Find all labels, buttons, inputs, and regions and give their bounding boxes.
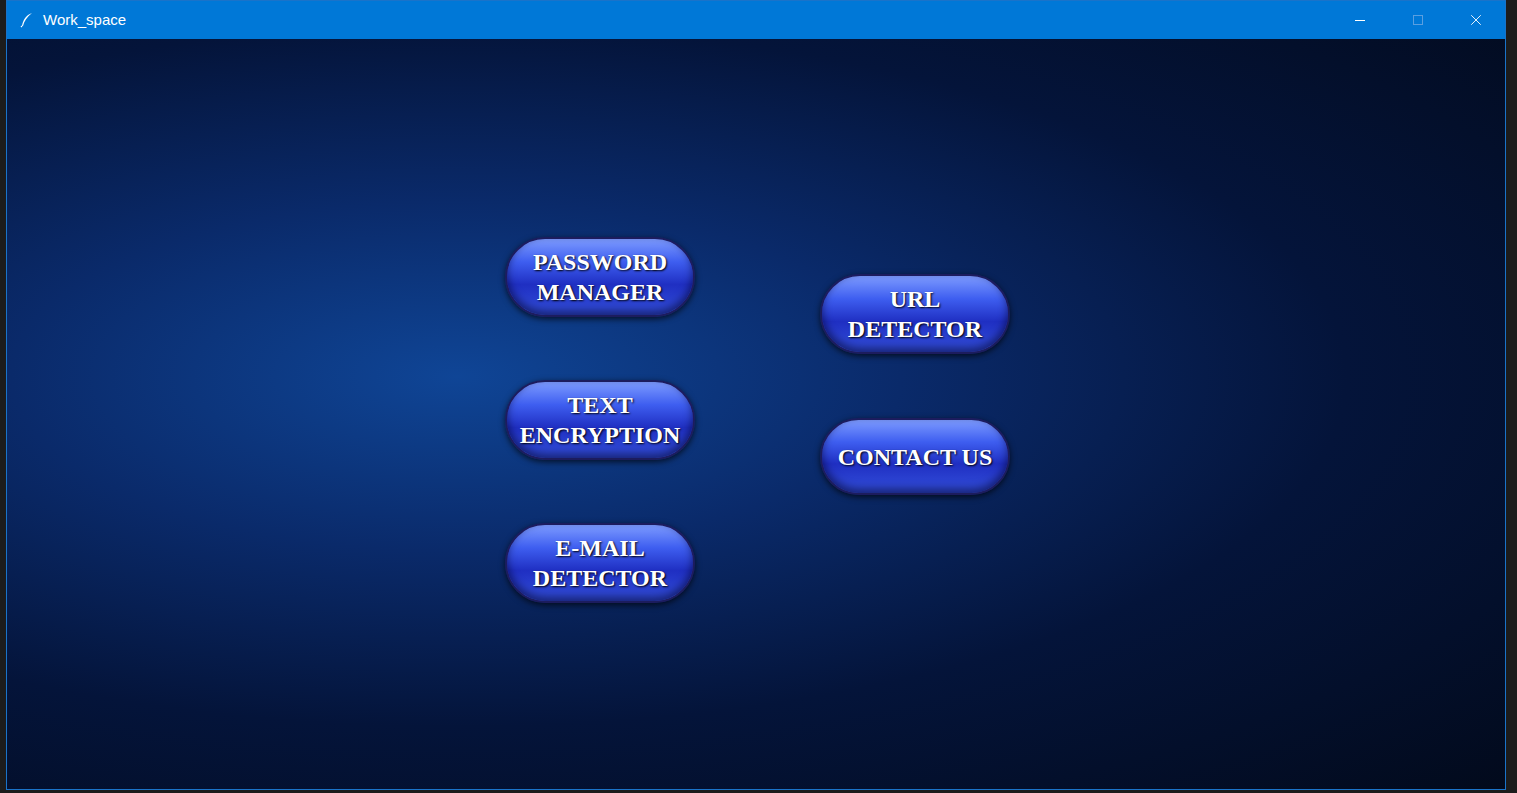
button-label: URL xyxy=(890,284,941,314)
button-label: MANAGER xyxy=(537,277,664,307)
close-icon xyxy=(1467,11,1485,29)
title-bar[interactable]: Work_space xyxy=(7,1,1505,39)
button-label: E-MAIL xyxy=(555,533,644,563)
menu-button[interactable]: CONTACT US xyxy=(820,418,1010,495)
button-label: TEXT xyxy=(567,390,632,420)
button-label: DETECTOR xyxy=(533,563,667,593)
button-label: CONTACT US xyxy=(838,442,992,472)
window-title: Work_space xyxy=(43,9,126,32)
menu-button[interactable]: E-MAILDETECTOR xyxy=(505,523,695,603)
button-column: URLDETECTOR CONTACT US xyxy=(820,274,1010,789)
button-label: ENCRYPTION xyxy=(520,420,681,450)
background-image: PASSWORDMANAGERTEXTENCRYPTIONE-MAILDETEC… xyxy=(7,39,1505,789)
feather-icon xyxy=(19,12,35,28)
button-label: DETECTOR xyxy=(848,314,982,344)
button-column: PASSWORDMANAGER TEXTENCRYPTION E-MAILDETEC… xyxy=(505,237,695,789)
close-button[interactable] xyxy=(1447,1,1505,39)
minimize-button[interactable] xyxy=(1331,1,1389,39)
menu-button[interactable]: PASSWORDMANAGER xyxy=(505,237,695,317)
minimize-icon xyxy=(1355,20,1365,21)
menu-button[interactable]: URLDETECTOR xyxy=(820,274,1010,354)
button-label: PASSWORD xyxy=(533,247,667,277)
window: Work_spacePASSWORDMANAGERTEXTENCRYPTIONE… xyxy=(6,0,1506,790)
maximize-icon xyxy=(1413,15,1423,25)
desktop: Work_spacePASSWORDMANAGERTEXTENCRYPTIONE… xyxy=(0,0,1517,793)
menu-button[interactable]: TEXTENCRYPTION xyxy=(505,380,695,460)
maximize-button xyxy=(1389,1,1447,39)
